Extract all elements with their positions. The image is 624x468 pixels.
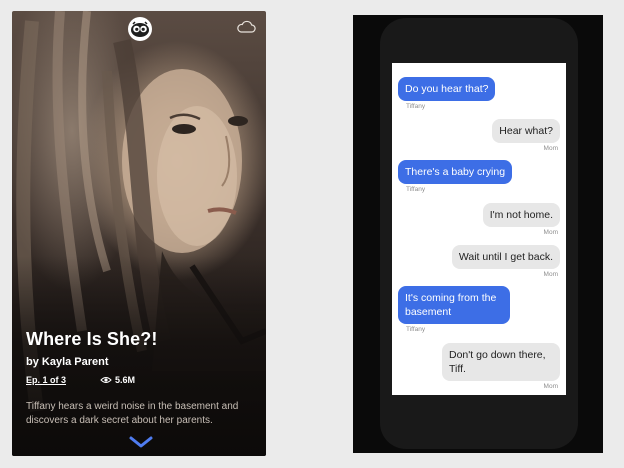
message-sender: Tiffany <box>406 186 426 193</box>
message-bubble: Do you hear that? <box>398 77 496 101</box>
message-bubble: Hear what? <box>492 119 560 143</box>
view-count: 5.6M <box>100 375 135 385</box>
chat-message: It's coming from the basement Tiffany <box>398 286 510 333</box>
chat-message: Do you hear that? Tiffany <box>398 77 496 110</box>
story-info: Where Is She?! by Kayla Parent Ep. 1 of … <box>26 329 258 428</box>
owl-icon <box>128 17 152 41</box>
message-sender: Mom <box>543 145 558 152</box>
chat-message: Wait until I get back. Mom <box>451 245 560 278</box>
eye-icon <box>100 377 112 383</box>
story-meta: Ep. 1 of 3 5.6M <box>26 375 258 385</box>
story-author: by Kayla Parent <box>26 356 109 368</box>
story-title: Where Is She?! <box>26 329 158 349</box>
chat-message: Hear what? Mom <box>492 119 560 152</box>
message-sender: Mom <box>543 271 558 278</box>
message-bubble: Don't go down there, Tiff. <box>442 343 560 381</box>
chat-message: I'm not home. Mom <box>482 203 560 236</box>
message-bubble: Wait until I get back. <box>451 245 560 269</box>
chat-message: There's a baby crying Tiffany <box>398 160 513 193</box>
message-bubble: There's a baby crying <box>398 160 513 184</box>
story-cover[interactable]: Where Is She?! by Kayla Parent Ep. 1 of … <box>12 11 266 456</box>
view-count-value: 5.6M <box>115 375 136 385</box>
story-description: Tiffany hears a weird noise in the basem… <box>26 401 239 426</box>
chat-screen[interactable]: Do you hear that? Tiffany Hear what? Mom… <box>392 63 566 395</box>
chevron-down-icon[interactable] <box>128 435 154 449</box>
phone-frame: Do you hear that? Tiffany Hear what? Mom… <box>353 15 603 453</box>
episode-link[interactable]: Ep. 1 of 3 <box>26 375 66 385</box>
message-bubble: It's coming from the basement <box>398 286 510 324</box>
message-sender: Tiffany <box>406 103 426 110</box>
message-sender: Mom <box>543 229 558 236</box>
message-sender: Mom <box>543 383 558 390</box>
cloud-icon[interactable] <box>236 20 256 33</box>
message-bubble: I'm not home. <box>482 203 560 227</box>
chat-message: Don't go down there, Tiff. Mom <box>442 343 560 390</box>
message-sender: Tiffany <box>406 326 426 333</box>
